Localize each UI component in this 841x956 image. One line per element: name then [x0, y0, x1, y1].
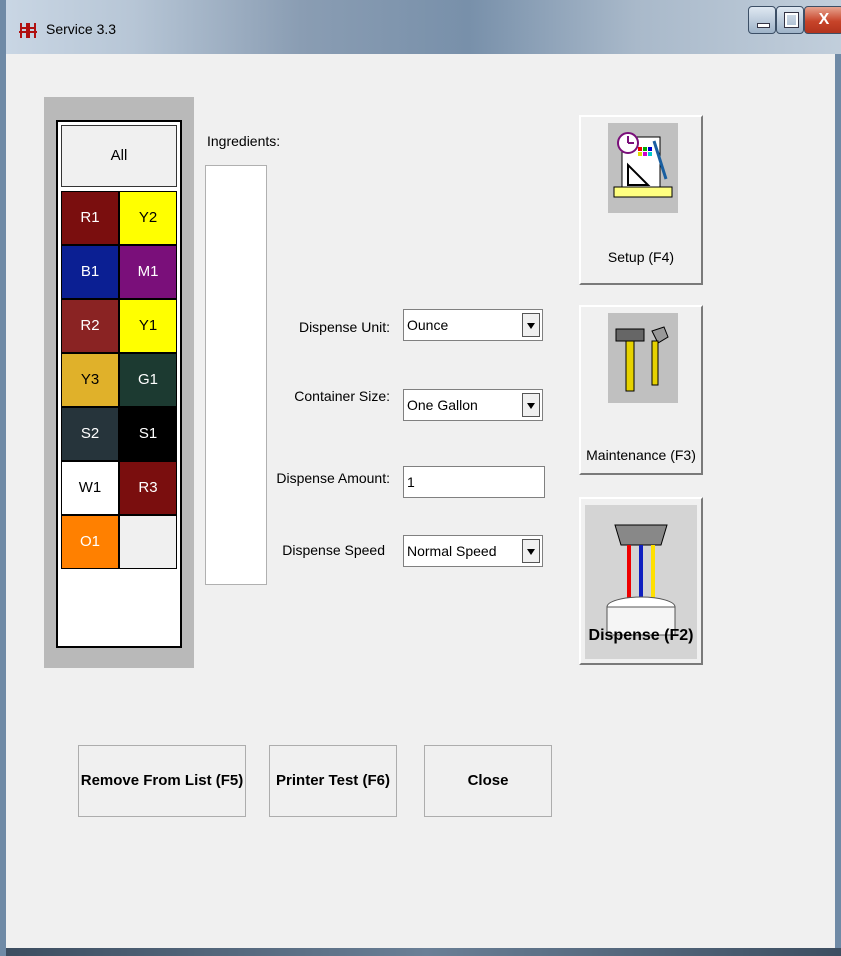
colorant-cell[interactable]: R3 — [119, 461, 177, 515]
colorant-cell[interactable]: B1 — [61, 245, 119, 299]
colorant-cell[interactable]: Y3 — [61, 353, 119, 407]
maintenance-button[interactable]: Maintenance (F3) — [579, 305, 703, 475]
colorant-cell[interactable]: Y2 — [119, 191, 177, 245]
setup-icon — [608, 123, 678, 213]
colorant-cell[interactable]: R1 — [61, 191, 119, 245]
dispense-button[interactable]: Dispense (F2) — [579, 497, 703, 665]
window-title: Service 3.3 — [46, 21, 117, 37]
colorant-cell[interactable]: Y1 — [119, 299, 177, 353]
minimize-button[interactable] — [748, 6, 776, 34]
setup-button[interactable]: Setup (F4) — [579, 115, 703, 285]
colorant-cell[interactable] — [119, 515, 177, 569]
maintenance-label: Maintenance (F3) — [586, 447, 696, 463]
dropdown-arrow-icon[interactable] — [522, 393, 540, 417]
close-window-button[interactable]: X — [804, 6, 841, 34]
dropdown-arrow-icon[interactable] — [522, 539, 540, 563]
minimize-icon — [757, 23, 770, 28]
colorant-cell[interactable]: G1 — [119, 353, 177, 407]
maximize-button[interactable] — [776, 6, 804, 34]
tools-icon — [608, 313, 678, 403]
ingredients-list[interactable] — [205, 165, 267, 585]
dispense-unit-select[interactable]: Ounce — [403, 309, 543, 341]
dispense-speed-label: Dispense Speed — [282, 542, 385, 558]
dispense-speed-select[interactable]: Normal Speed — [403, 535, 543, 567]
colorant-cell[interactable]: M1 — [119, 245, 177, 299]
app-logo-icon — [19, 23, 37, 38]
bottom-border — [6, 948, 841, 956]
service-window: Service 3.3 X All R1 Y2 B1 M1 R2 Y1 Y3 G1 S2 S1 W1… — [0, 0, 841, 956]
dropdown-arrow-icon[interactable] — [522, 313, 540, 337]
colorant-cell[interactable]: R2 — [61, 299, 119, 353]
dispense-label: Dispense (F2) — [588, 627, 694, 644]
colorant-cell[interactable]: S1 — [119, 407, 177, 461]
setup-label: Setup (F4) — [607, 249, 675, 265]
ingredients-label: Ingredients: — [207, 133, 281, 149]
title-bar[interactable]: Service 3.3 X — [6, 0, 841, 54]
colorant-cell[interactable]: O1 — [61, 515, 119, 569]
colorant-cell[interactable]: W1 — [61, 461, 119, 515]
all-colorants-button[interactable]: All — [61, 125, 177, 187]
dispense-speed-value: Normal Speed — [407, 543, 497, 559]
dispense-amount-input[interactable]: 1 — [403, 466, 545, 498]
dispense-unit-value: Ounce — [407, 317, 449, 333]
dispense-unit-label: Dispense Unit: — [298, 319, 390, 335]
dispense-amount-label: Dispense Amount: — [276, 470, 390, 486]
container-size-label: Container Size: — [294, 388, 390, 404]
remove-from-list-button[interactable]: Remove From List (F5) — [78, 745, 246, 817]
container-size-select[interactable]: One Gallon — [403, 389, 543, 421]
printer-test-button[interactable]: Printer Test (F6) — [269, 745, 397, 817]
colorant-cell[interactable]: S2 — [61, 407, 119, 461]
container-size-value: One Gallon — [407, 397, 478, 413]
close-button[interactable]: Close — [424, 745, 552, 817]
maximize-icon — [784, 12, 799, 28]
